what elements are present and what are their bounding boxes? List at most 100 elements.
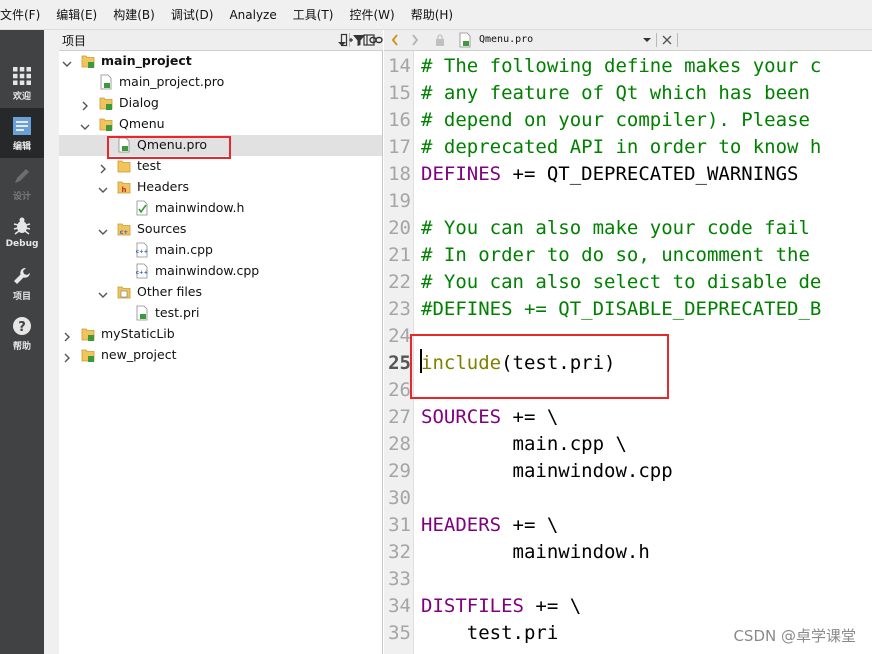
code-line: # deprecated API in order to know h: [421, 134, 821, 161]
mode-help[interactable]: ? 帮助: [0, 308, 44, 358]
project-folder-icon: [81, 347, 95, 363]
chevron-right-icon[interactable]: [80, 97, 90, 111]
bug-icon: [12, 214, 32, 238]
sources-folder-icon: c+: [117, 221, 131, 237]
line-number: 18: [388, 163, 411, 185]
line-number: 31: [388, 514, 411, 536]
chevron-right-icon[interactable]: [62, 328, 72, 342]
code-token: test.pri: [421, 622, 559, 644]
mode-label: 设计: [12, 192, 31, 202]
code-line: mainwindow.cpp: [421, 458, 673, 485]
project-folder-icon: [99, 116, 113, 132]
code-line: test.pri: [421, 620, 559, 647]
forward-arrow-icon[interactable]: [410, 32, 420, 48]
menu-debug[interactable]: 调试(D): [163, 0, 222, 30]
line-number: 21: [388, 244, 411, 266]
tree-item-label: Sources: [137, 221, 187, 236]
tree-item-headers[interactable]: h Headers: [59, 177, 382, 198]
code-token: # depend on your compiler). Please: [421, 109, 810, 131]
tree-item-label: new_project: [101, 347, 177, 362]
chevron-down-icon[interactable]: [98, 223, 108, 235]
tree-item-test[interactable]: test: [59, 156, 382, 177]
menu-tools[interactable]: 工具(T): [285, 0, 342, 30]
mode-projects[interactable]: 项目: [0, 258, 44, 308]
code-token: # You can also select to disable de: [421, 271, 822, 293]
highlight-box-code: [410, 334, 669, 399]
tree-item-dialog[interactable]: Dialog: [59, 93, 382, 114]
chevron-down-icon[interactable]: [80, 118, 90, 130]
highlight-box-tree: [107, 136, 231, 159]
svg-text:h: h: [122, 186, 127, 194]
tree-item-label: test: [137, 158, 162, 173]
mode-debug[interactable]: Debug: [0, 208, 44, 258]
code-line: #DEFINES += QT_DISABLE_DEPRECATED_B: [421, 296, 821, 323]
tree-item-label: Dialog: [119, 95, 159, 110]
chevron-down-icon[interactable]: [98, 181, 108, 193]
code-line: mainwindow.h: [421, 539, 650, 566]
chevron-right-icon[interactable]: [62, 349, 72, 363]
tree-item-label: mainwindow.h: [155, 200, 245, 215]
tree-item-mystaticlib[interactable]: myStaticLib: [59, 324, 382, 345]
tree-item-label: main.cpp: [155, 242, 213, 257]
split-icon[interactable]: [339, 32, 355, 48]
headers-folder-icon: h: [117, 179, 131, 195]
tree-item-label: main_project.pro: [119, 74, 225, 89]
line-number: 29: [388, 460, 411, 482]
line-number: 32: [388, 541, 411, 563]
help-icon: ?: [12, 314, 32, 338]
code-line: main.cpp \: [421, 431, 627, 458]
tree-item-new-project[interactable]: new_project: [59, 345, 382, 366]
svg-text:c++: c++: [136, 249, 149, 255]
close-icon[interactable]: [661, 32, 673, 48]
tree-item-qmenu[interactable]: Qmenu: [59, 114, 382, 135]
code-line: # In order to do so, uncomment the: [421, 242, 810, 269]
menu-edit[interactable]: 编辑(E): [48, 0, 105, 30]
back-arrow-icon[interactable]: [390, 32, 400, 48]
menu-build[interactable]: 构建(B): [105, 0, 163, 30]
mode-design[interactable]: 设计: [0, 158, 44, 208]
chevron-down-icon[interactable]: [642, 32, 652, 48]
mode-label: 欢迎: [12, 92, 31, 102]
code-token: main.cpp \: [421, 433, 627, 455]
tree-item-mainwindow-cpp[interactable]: c++ mainwindow.cpp: [59, 261, 382, 282]
close-pane-icon[interactable]: [361, 32, 377, 48]
tree-item-main-project-pro[interactable]: main_project.pro: [59, 72, 382, 93]
mode-bar: 欢迎 编辑 设计 Debug 项目 ? 帮助: [0, 30, 44, 654]
tree-item-other-files[interactable]: Other files: [59, 282, 382, 303]
tree-item-label: main_project: [101, 53, 192, 68]
code-token: += \: [523, 595, 582, 617]
line-number: 35: [388, 622, 411, 644]
tree-item-test-pri[interactable]: test.pri: [59, 303, 382, 324]
chevron-right-icon[interactable]: [98, 160, 108, 174]
line-number: 19: [388, 190, 411, 212]
code-token: SOURCES: [421, 406, 502, 428]
line-number: 15: [388, 82, 411, 104]
project-pane-header: 项目: [59, 30, 383, 51]
tree-item-mainwindow-h[interactable]: mainwindow.h: [59, 198, 382, 219]
code-token: #DEFINES += QT_DISABLE_DEPRECATED_B: [421, 298, 822, 320]
toolbar-separator: [656, 33, 657, 47]
tree-item-sources[interactable]: c+ Sources: [59, 219, 382, 240]
menu-help[interactable]: 帮助(H): [403, 0, 461, 30]
chevron-down-icon[interactable]: [98, 286, 108, 298]
menu-file[interactable]: 文件(F): [0, 0, 48, 30]
menu-widgets[interactable]: 控件(W): [341, 0, 402, 30]
code-token: # deprecated API in order to know h: [421, 136, 822, 158]
watermark: CSDN @卓学课堂: [733, 627, 856, 645]
tree-item-main-cpp[interactable]: c++ main.cpp: [59, 240, 382, 261]
tree-item-main-project[interactable]: main_project: [59, 51, 382, 72]
mode-edit[interactable]: 编辑: [0, 108, 44, 158]
menu-analyze[interactable]: Analyze: [221, 0, 284, 30]
line-number: 24: [388, 325, 411, 347]
code-line: # You can also select to disable de: [421, 269, 821, 296]
chevron-down-icon[interactable]: [62, 55, 72, 67]
open-file-name[interactable]: Qmenu.pro: [479, 34, 533, 45]
toolbar-separator: [677, 33, 678, 47]
tree-item-label: Headers: [137, 179, 190, 194]
line-number: 22: [388, 271, 411, 293]
code-token: += \: [501, 514, 559, 536]
mode-welcome[interactable]: 欢迎: [0, 58, 44, 108]
code-token: DISTFILES: [421, 595, 524, 617]
line-number: 33: [388, 568, 411, 590]
code-line: # The following define makes your c: [421, 53, 821, 80]
